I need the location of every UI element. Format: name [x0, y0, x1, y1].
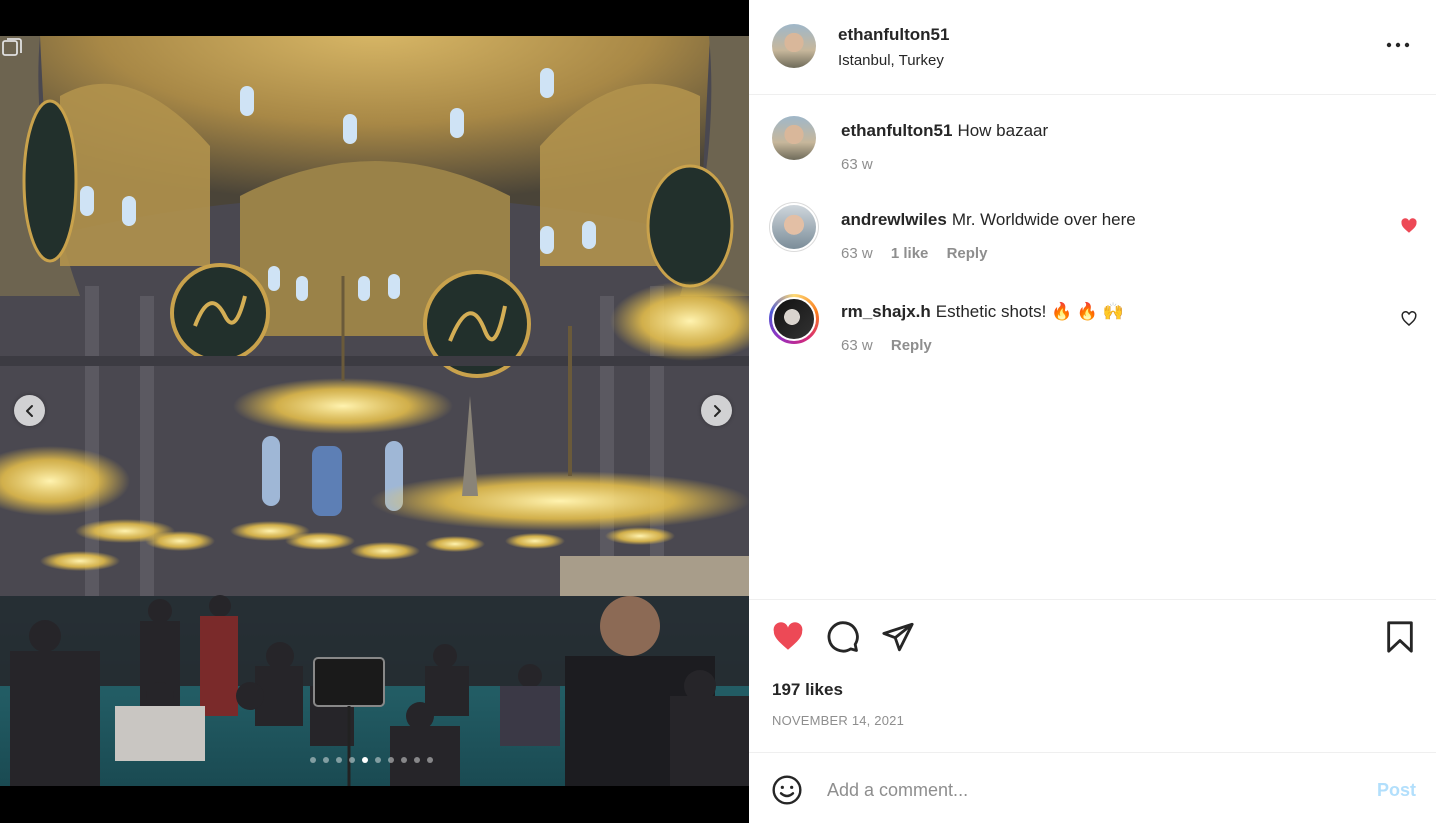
comment-time[interactable]: 63 w	[841, 156, 873, 173]
carousel-dot	[310, 757, 316, 763]
post-comment-button[interactable]: Post	[1377, 780, 1416, 801]
comment-meta: 63 w	[841, 156, 887, 173]
bookmark-icon[interactable]	[1383, 620, 1417, 654]
comment-text-line: rm_shajx.h Esthetic shots! 🔥 🔥 🙌	[841, 302, 1124, 322]
comment-icon[interactable]	[826, 620, 860, 654]
carousel-dot	[336, 757, 342, 763]
carousel-dot	[362, 757, 368, 763]
comment-time[interactable]: 63 w	[841, 337, 873, 354]
post-photo[interactable]	[0, 36, 749, 786]
comment-username[interactable]: ethanfulton51	[841, 121, 952, 140]
chevron-left-icon	[25, 404, 33, 417]
chevron-right-icon	[713, 404, 721, 417]
carousel-dot	[388, 757, 394, 763]
comment-time[interactable]: 63 w	[841, 245, 873, 262]
likes-count[interactable]: 197 likes	[772, 680, 843, 700]
post-actions: 197 likes NOVEMBER 14, 2021	[749, 599, 1436, 752]
carousel-dot	[427, 757, 433, 763]
carousel-dot	[401, 757, 407, 763]
post-location[interactable]: Istanbul, Turkey	[838, 52, 944, 69]
carousel-dot	[414, 757, 420, 763]
comment-username[interactable]: andrewlwiles	[841, 210, 947, 229]
share-icon[interactable]	[881, 620, 915, 654]
avatar[interactable]	[772, 116, 816, 160]
heart-outline-icon[interactable]	[1400, 310, 1418, 328]
comment-meta: 63 w 1 like Reply	[841, 245, 1001, 262]
photo-illustration	[0, 36, 749, 786]
comment-input[interactable]	[827, 775, 1347, 805]
comment-meta: 63 w Reply	[841, 337, 946, 354]
reply-button[interactable]: Reply	[947, 245, 988, 262]
post-media-pane	[0, 0, 749, 823]
heart-icon[interactable]	[771, 620, 805, 654]
comment-body: Mr. Worldwide over here	[951, 210, 1136, 229]
post-date: NOVEMBER 14, 2021	[772, 713, 905, 728]
post-header: ethanfulton51 Istanbul, Turkey	[749, 0, 1436, 95]
carousel-dot	[323, 757, 329, 763]
post-details-panel: ethanfulton51 Istanbul, Turkey ethanfult…	[749, 0, 1436, 823]
author-username[interactable]: ethanfulton51	[838, 25, 949, 45]
carousel-dot	[375, 757, 381, 763]
reply-button[interactable]: Reply	[891, 337, 932, 354]
comment-text-line: andrewlwiles Mr. Worldwide over here	[841, 210, 1136, 230]
avatar[interactable]	[772, 205, 816, 249]
carousel-indicator	[310, 757, 433, 763]
previous-slide-button[interactable]	[14, 395, 45, 426]
carousel-dot	[349, 757, 355, 763]
comment-username[interactable]: rm_shajx.h	[841, 302, 931, 321]
comment-body: How bazaar	[957, 121, 1049, 140]
comment-body: Esthetic shots! 🔥 🔥 🙌	[935, 302, 1124, 321]
multi-photo-icon	[2, 38, 22, 56]
author-avatar[interactable]	[772, 24, 816, 68]
comment-likes-count[interactable]: 1 like	[891, 245, 929, 262]
comment-text-line: ethanfulton51 How bazaar	[841, 121, 1048, 141]
story-ring[interactable]	[769, 294, 819, 344]
next-slide-button[interactable]	[701, 395, 732, 426]
more-options-icon[interactable]	[1385, 36, 1411, 54]
comment-composer: Post	[749, 752, 1436, 823]
avatar	[772, 297, 816, 341]
heart-icon[interactable]	[1400, 217, 1418, 235]
emoji-icon[interactable]	[771, 774, 803, 806]
